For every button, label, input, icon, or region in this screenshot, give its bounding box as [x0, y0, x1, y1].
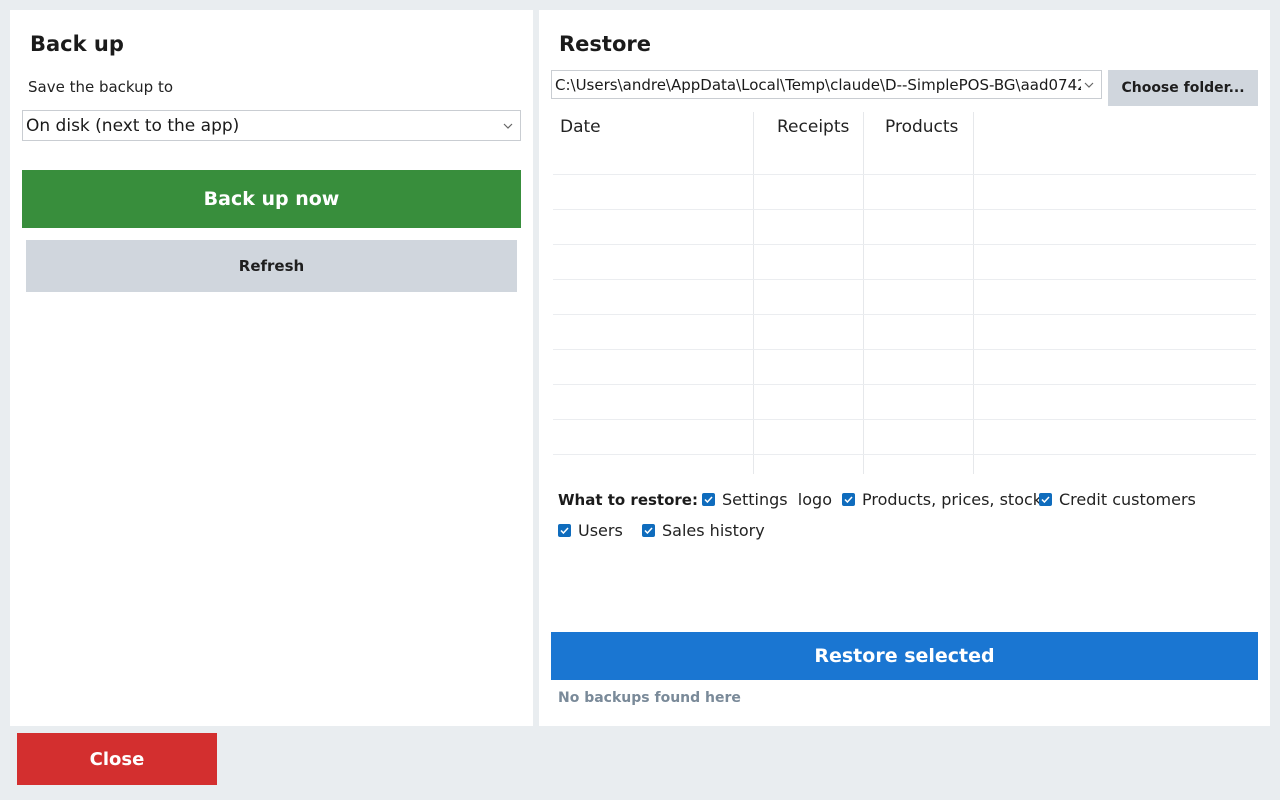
checkbox-products-prices-stock[interactable]: Products, prices, stock	[842, 490, 1042, 509]
empty-row-divider	[553, 454, 1256, 455]
column-header-date[interactable]: Date	[560, 110, 601, 144]
empty-row-divider	[553, 314, 1256, 315]
backup-now-button[interactable]: Back up now	[22, 170, 521, 228]
status-text: No backups found here	[558, 690, 741, 706]
backup-location-value: On disk (next to the app)	[26, 115, 240, 136]
backups-table[interactable]: Date Receipts Products	[553, 110, 1256, 475]
checkmark-icon	[1039, 493, 1052, 506]
chevron-down-icon	[500, 118, 516, 134]
column-header-receipts[interactable]: Receipts	[777, 110, 849, 144]
checkbox-label: Users	[578, 521, 623, 540]
empty-row-divider	[553, 419, 1256, 420]
checkbox-label: Settings logo	[722, 490, 832, 509]
empty-row-divider	[553, 174, 1256, 175]
empty-row-divider	[553, 349, 1256, 350]
close-button[interactable]: Close	[17, 733, 217, 785]
checkbox-users[interactable]: Users	[558, 521, 623, 540]
chevron-down-icon	[1081, 77, 1097, 93]
checkbox-credit-customers[interactable]: Credit customers	[1039, 490, 1196, 509]
checkmark-icon	[558, 524, 571, 537]
backup-title: Back up	[30, 32, 124, 56]
restore-title: Restore	[559, 32, 651, 56]
checkmark-icon	[842, 493, 855, 506]
checkbox-label: Sales history	[662, 521, 765, 540]
save-location-label: Save the backup to	[28, 78, 174, 96]
backup-folder-value: C:\Users\andre\AppData\Local\Temp\claude…	[555, 75, 1081, 94]
backup-folder-select[interactable]: C:\Users\andre\AppData\Local\Temp\claude…	[551, 70, 1102, 99]
what-to-restore-label: What to restore:	[558, 491, 698, 509]
choose-folder-button[interactable]: Choose folder...	[1108, 70, 1258, 106]
empty-row-divider	[553, 279, 1256, 280]
restore-selected-button[interactable]: Restore selected	[551, 632, 1258, 680]
backup-location-select[interactable]: On disk (next to the app)	[22, 110, 521, 141]
empty-row-divider	[553, 384, 1256, 385]
backup-panel: Back up Save the backup to On disk (next…	[10, 10, 533, 726]
empty-row-divider	[553, 244, 1256, 245]
column-header-products[interactable]: Products	[885, 110, 958, 144]
checkbox-label: Credit customers	[1059, 490, 1196, 509]
checkbox-sales-history[interactable]: Sales history	[642, 521, 765, 540]
checkbox-label: Products, prices, stock	[862, 490, 1043, 509]
refresh-button[interactable]: Refresh	[26, 240, 517, 292]
empty-row-divider	[553, 209, 1256, 210]
checkmark-icon	[702, 493, 715, 506]
checkbox-settings-logo[interactable]: Settings logo	[702, 490, 832, 509]
restore-panel: Restore C:\Users\andre\AppData\Local\Tem…	[539, 10, 1270, 726]
checkmark-icon	[642, 524, 655, 537]
